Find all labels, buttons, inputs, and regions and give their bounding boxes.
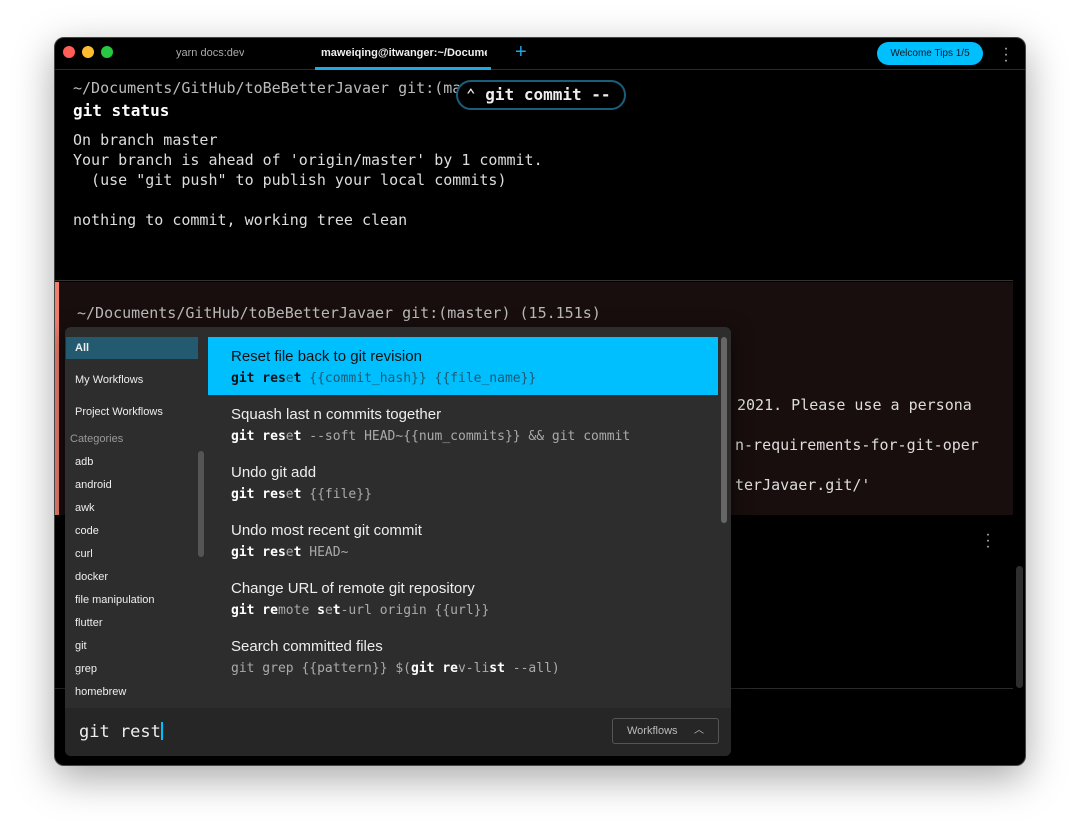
- workflow-title: Change URL of remote git repository: [231, 580, 475, 597]
- terminal-window: yarn docs:dev maweiqing@itwanger:~/Docum…: [54, 37, 1026, 766]
- workflow-result-item[interactable]: Undo git add git reset {{file}}: [208, 453, 718, 511]
- command-text: e: [324, 603, 333, 618]
- sidebar-category-item[interactable]: code: [66, 520, 198, 542]
- match-highlight: s: [317, 603, 325, 618]
- palette-footer: git rest Workflows ︿: [65, 708, 731, 756]
- search-input[interactable]: git rest: [79, 722, 163, 742]
- output-line: nothing to commit, working tree clean: [73, 211, 408, 229]
- command-text: e: [285, 545, 294, 560]
- more-menu-icon[interactable]: · · ·: [1003, 41, 1009, 69]
- categories-heading: Categories: [70, 433, 124, 445]
- command-text: v-li: [457, 661, 490, 676]
- sidebar-category-item[interactable]: docker: [66, 566, 198, 588]
- command-text: HEAD~: [301, 545, 349, 560]
- block-prompt: ~/Documents/GitHub/toBeBetterJavaer git:…: [77, 304, 601, 322]
- tab-bar: yarn docs:dev maweiqing@itwanger:~/Docum…: [55, 38, 1025, 70]
- maximize-window-button[interactable]: [101, 46, 113, 58]
- results-scrollbar[interactable]: [721, 337, 727, 523]
- minimize-window-button[interactable]: [82, 46, 94, 58]
- workflow-title: Undo most recent git commit: [231, 522, 422, 539]
- command-text: git grep {{pattern}} $(: [231, 661, 412, 676]
- command-text: e: [285, 487, 294, 502]
- sticky-command-text: git commit --: [485, 85, 611, 104]
- command-text: -url origin {{url}}: [340, 603, 490, 618]
- output-line: 2021. Please use a persona: [737, 396, 972, 414]
- welcome-tips-button[interactable]: Welcome Tips 1/5: [877, 42, 983, 65]
- workflow-title: Undo git add: [231, 464, 317, 481]
- mode-label: Workflows: [627, 725, 678, 737]
- sidebar-category-item[interactable]: awk: [66, 497, 198, 519]
- match-highlight: st: [489, 661, 505, 676]
- match-highlight: git res: [231, 545, 286, 560]
- sidebar-scrollbar[interactable]: [198, 451, 204, 557]
- sidebar-category-item[interactable]: adb: [66, 451, 198, 473]
- tab-yarn-docs[interactable]: yarn docs:dev: [176, 47, 244, 59]
- command-text: {{file}}: [301, 487, 372, 502]
- palette-sidebar: All My Workflows Project Workflows Categ…: [65, 327, 207, 708]
- workflow-command: git reset HEAD~: [231, 545, 348, 560]
- results-list: Reset file back to git revision git reset…: [208, 327, 720, 708]
- workflow-command: git remote set-url origin {{url}}: [231, 603, 489, 618]
- workflow-command: git reset {{file}}: [231, 487, 372, 502]
- block-menu-icon[interactable]: · · ·: [985, 527, 991, 555]
- match-highlight: git res: [231, 429, 286, 444]
- sidebar-item-project-workflows[interactable]: Project Workflows: [66, 401, 198, 423]
- workflow-title: Search committed files: [231, 638, 383, 655]
- close-window-button[interactable]: [63, 46, 75, 58]
- output-line: terJavaer.git/': [735, 476, 871, 494]
- block-command: git status: [73, 101, 170, 120]
- workflows-mode-button[interactable]: Workflows ︿: [612, 718, 719, 744]
- command-text: --all): [504, 661, 560, 676]
- match-highlight: t: [332, 603, 341, 618]
- search-query: git rest: [79, 722, 161, 742]
- output-line: Your branch is ahead of 'origin/master' …: [73, 151, 543, 169]
- tab-active-shell[interactable]: maweiqing@itwanger:~/Documents/GitHub/to…: [321, 47, 487, 59]
- workflow-title: Squash last n commits together: [231, 406, 442, 423]
- sidebar-category-item[interactable]: file manipulation: [66, 589, 198, 611]
- output-line: n-requirements-for-git-oper: [735, 436, 979, 454]
- terminal-scrollbar[interactable]: [1016, 566, 1023, 688]
- sticky-command-header[interactable]: ⌃ git commit --: [456, 80, 626, 110]
- workflow-command: git grep {{pattern}} $(git rev-list --al…: [231, 661, 560, 676]
- command-text: e: [285, 429, 294, 444]
- active-tab-indicator: [315, 67, 491, 70]
- sidebar-category-item[interactable]: git: [66, 635, 198, 657]
- command-text: {{commit_hash}} {{file_name}}: [301, 371, 537, 386]
- match-highlight: git re: [411, 661, 458, 676]
- workflow-command: git reset {{commit_hash}} {{file_name}}: [231, 371, 536, 386]
- command-text: mote: [277, 603, 318, 618]
- workflows-palette: All My Workflows Project Workflows Categ…: [65, 327, 731, 756]
- workflow-result-item[interactable]: Undo most recent git commit git reset HEA…: [208, 511, 718, 569]
- workflow-result-item[interactable]: Squash last n commits together git reset …: [208, 395, 718, 453]
- sidebar-item-my-workflows[interactable]: My Workflows: [66, 369, 198, 391]
- sidebar-category-item[interactable]: android: [66, 474, 198, 496]
- sidebar-category-item[interactable]: grep: [66, 658, 198, 680]
- sidebar-category-item[interactable]: flutter: [66, 612, 198, 634]
- chevron-up-icon: ︿: [694, 725, 704, 736]
- sidebar-category-item[interactable]: homebrew: [66, 681, 198, 703]
- output-line: (use "git push" to publish your local co…: [73, 171, 507, 189]
- output-line: On branch master: [73, 131, 218, 149]
- sidebar-category-item[interactable]: curl: [66, 543, 198, 565]
- chevrons-up-icon: ⌃: [466, 85, 476, 104]
- sidebar-item-all[interactable]: All: [66, 337, 198, 359]
- workflow-result-item[interactable]: Reset file back to git revision git reset…: [208, 337, 718, 395]
- command-text: e: [285, 371, 294, 386]
- plus-icon[interactable]: +: [515, 41, 527, 64]
- match-highlight: git res: [231, 371, 286, 386]
- workflow-command: git reset --soft HEAD~{{num_commits}} &&…: [231, 429, 630, 444]
- workflow-result-item[interactable]: Change URL of remote git repository git r…: [208, 569, 718, 627]
- match-highlight: git re: [231, 603, 278, 618]
- workflow-title: Reset file back to git revision: [231, 348, 422, 365]
- text-cursor: [160, 722, 163, 740]
- workflow-result-item[interactable]: Search committed files git grep {{pattern…: [208, 627, 718, 685]
- match-highlight: git res: [231, 487, 286, 502]
- command-text: --soft HEAD~{{num_commits}} && git commi…: [301, 429, 631, 444]
